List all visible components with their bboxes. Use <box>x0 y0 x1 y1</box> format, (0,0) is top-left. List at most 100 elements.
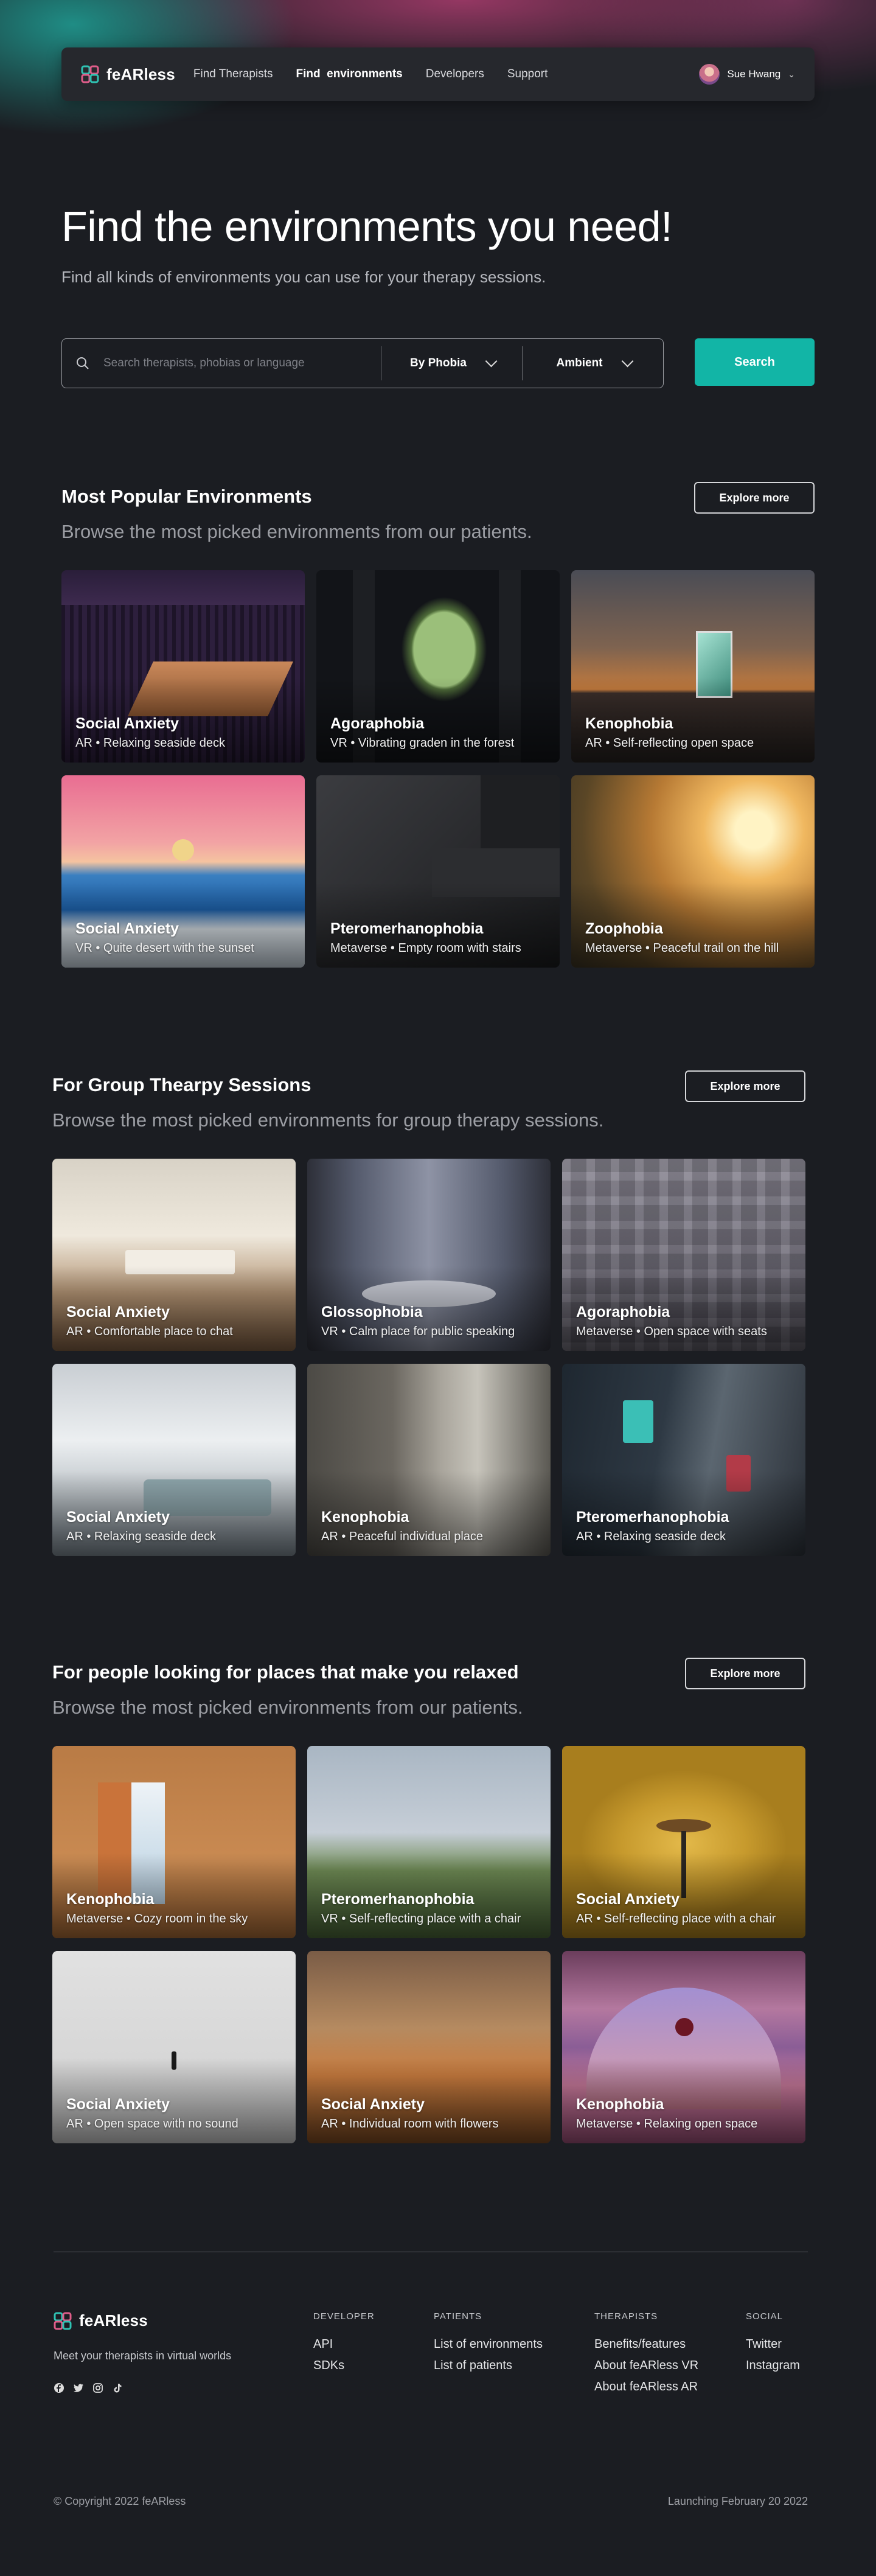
footer-link-api[interactable]: API <box>313 2337 375 2351</box>
facebook-icon[interactable] <box>54 2382 64 2393</box>
search-button[interactable]: Search <box>695 338 815 386</box>
environment-card[interactable]: Kenophobia Metaverse • Relaxing open spac… <box>562 1951 805 2143</box>
card-meta: AR • Comfortable place to chat <box>66 1325 233 1338</box>
card-meta: AR • Individual room with flowers <box>321 2117 499 2131</box>
launch-date: Launching February 20 2022 <box>667 2495 808 2507</box>
environment-card[interactable]: Agoraphobia Metaverse • Open space with s… <box>562 1159 805 1351</box>
environment-card[interactable]: Agoraphobia VR • Vibrating graden in the … <box>316 570 560 763</box>
chevron-down-icon <box>621 355 633 368</box>
environment-card[interactable]: Social Anxiety AR • Self-reflecting place… <box>562 1746 805 1938</box>
section-title: For Group Thearpy Sessions <box>52 1074 311 1095</box>
tiktok-icon[interactable] <box>112 2382 123 2393</box>
card-title: Pteromerhanophobia <box>576 1509 729 1526</box>
card-title: Kenophobia <box>321 1509 409 1526</box>
avatar <box>699 64 720 85</box>
instagram-icon[interactable] <box>92 2382 103 2393</box>
footer-column-social: SOCIAL Twitter Instagram <box>746 2311 800 2380</box>
card-meta: Metaverse • Open space with seats <box>576 1325 767 1338</box>
card-title: Social Anxiety <box>66 1509 170 1526</box>
environment-card[interactable]: Kenophobia AR • Peaceful individual place <box>307 1364 551 1556</box>
card-meta: Metaverse • Relaxing open space <box>576 2117 758 2131</box>
environment-card[interactable]: Social Anxiety AR • Open space with no so… <box>52 1951 296 2143</box>
page-subtitle: Find all kinds of environments you can u… <box>61 268 546 286</box>
footer-link-environments[interactable]: List of environments <box>434 2337 543 2351</box>
top-navbar: feARless Find Therapists Find environmen… <box>61 47 815 101</box>
chevron-down-icon: ⌄ <box>788 69 795 79</box>
card-title: Agoraphobia <box>576 1304 670 1321</box>
brand-name: feARless <box>106 65 175 83</box>
card-title: Social Anxiety <box>75 920 179 937</box>
footer-heading: SOCIAL <box>746 2311 784 2322</box>
footer-link-sdks[interactable]: SDKs <box>313 2359 375 2373</box>
environment-card[interactable]: Glossophobia VR • Calm place for public s… <box>307 1159 551 1351</box>
explore-more-button[interactable]: Explore more <box>685 1658 805 1689</box>
environment-card[interactable]: Pteromerhanophobia VR • Self-reflecting p… <box>307 1746 551 1938</box>
card-meta: AR • Relaxing seaside deck <box>75 736 226 750</box>
card-meta: AR • Self-reflecting open space <box>585 736 754 750</box>
search-icon <box>62 357 103 370</box>
footer-link-patients[interactable]: List of patients <box>434 2359 543 2373</box>
card-grid-relaxed: Kenophobia Metaverse • Cozy room in the s… <box>52 1746 805 2143</box>
card-meta: VR • Self-reflecting place with a chair <box>321 1912 521 1925</box>
environment-card[interactable]: Social Anxiety VR • Quite desert with the… <box>61 775 305 968</box>
card-grid-group: Social Anxiety AR • Comfortable place to … <box>52 1159 805 1556</box>
brand-logo[interactable]: feARless <box>81 65 175 84</box>
chevron-down-icon <box>485 355 498 368</box>
card-meta: VR • Vibrating graden in the forest <box>330 736 515 750</box>
nav-developers[interactable]: Developers <box>426 68 484 81</box>
phobia-select-label: By Phobia <box>410 357 467 369</box>
section-subtitle: Browse the most picked environments from… <box>52 1697 523 1718</box>
card-title: Social Anxiety <box>576 1891 680 1908</box>
card-meta: AR • Relaxing seaside deck <box>66 1530 217 1543</box>
environment-card[interactable]: Social Anxiety AR • Relaxing seaside deck <box>61 570 305 763</box>
footer-column-developer: DEVELOPER API SDKs <box>313 2311 375 2380</box>
card-title: Agoraphobia <box>330 715 425 732</box>
section-title: Most Popular Environments <box>61 486 312 507</box>
footer-column-therapists: THERAPISTS Benefits/features About feARl… <box>594 2311 698 2401</box>
card-meta: Metaverse • Peaceful trail on the hill <box>585 941 779 955</box>
footer-logo[interactable]: feARless <box>54 2311 148 2330</box>
environment-card[interactable]: Social Anxiety AR • Comfortable place to … <box>52 1159 296 1351</box>
card-meta: VR • Calm place for public speaking <box>321 1325 515 1338</box>
footer-tagline: Meet your therapists in virtual worlds <box>54 2350 232 2362</box>
logo-icon <box>54 2312 72 2330</box>
explore-more-button[interactable]: Explore more <box>694 482 815 514</box>
footer-link-instagram[interactable]: Instagram <box>746 2359 800 2373</box>
ambient-select[interactable]: Ambient <box>523 355 663 370</box>
footer-link-about-vr[interactable]: About feARless VR <box>594 2359 698 2373</box>
card-meta: AR • Relaxing seaside deck <box>576 1530 726 1543</box>
environment-card[interactable]: Kenophobia AR • Self-reflecting open spac… <box>571 570 815 763</box>
footer-link-twitter[interactable]: Twitter <box>746 2337 800 2351</box>
twitter-icon[interactable] <box>73 2382 84 2393</box>
card-title: Zoophobia <box>585 920 663 937</box>
card-meta: VR • Quite desert with the sunset <box>75 941 254 955</box>
footer-link-benefits[interactable]: Benefits/features <box>594 2337 698 2351</box>
card-meta: Metaverse • Empty room with stairs <box>330 941 521 955</box>
nav-support[interactable]: Support <box>507 68 548 81</box>
nav-find-environments[interactable]: Find environments <box>296 68 402 81</box>
environment-card[interactable]: Pteromerhanophobia Metaverse • Empty room… <box>316 775 560 968</box>
user-menu[interactable]: Sue Hwang ⌄ <box>699 64 795 85</box>
environment-card[interactable]: Social Anxiety AR • Individual room with … <box>307 1951 551 2143</box>
environment-card[interactable]: Social Anxiety AR • Relaxing seaside deck <box>52 1364 296 1556</box>
card-title: Kenophobia <box>585 715 673 732</box>
user-name: Sue Hwang <box>727 68 781 80</box>
environment-card[interactable]: Zoophobia Metaverse • Peaceful trail on t… <box>571 775 815 968</box>
explore-more-button[interactable]: Explore more <box>685 1070 805 1102</box>
ambient-select-label: Ambient <box>556 357 603 369</box>
phobia-select[interactable]: By Phobia <box>381 355 522 370</box>
card-title: Social Anxiety <box>321 2096 425 2113</box>
nav-find-therapists[interactable]: Find Therapists <box>193 68 273 81</box>
environment-card[interactable]: Kenophobia Metaverse • Cozy room in the s… <box>52 1746 296 1938</box>
footer-link-about-ar[interactable]: About feARless AR <box>594 2380 698 2394</box>
card-title: Kenophobia <box>576 2096 664 2113</box>
card-title: Kenophobia <box>66 1891 155 1908</box>
environment-card[interactable]: Pteromerhanophobia AR • Relaxing seaside … <box>562 1364 805 1556</box>
card-title: Glossophobia <box>321 1304 423 1321</box>
search-bar: By Phobia Ambient <box>61 338 664 388</box>
section-title: For people looking for places that make … <box>52 1661 519 1683</box>
page-title: Find the environments you need! <box>61 203 673 250</box>
search-input[interactable] <box>103 339 381 388</box>
footer-heading: PATIENTS <box>434 2311 482 2322</box>
section-subtitle: Browse the most picked environments for … <box>52 1109 604 1131</box>
